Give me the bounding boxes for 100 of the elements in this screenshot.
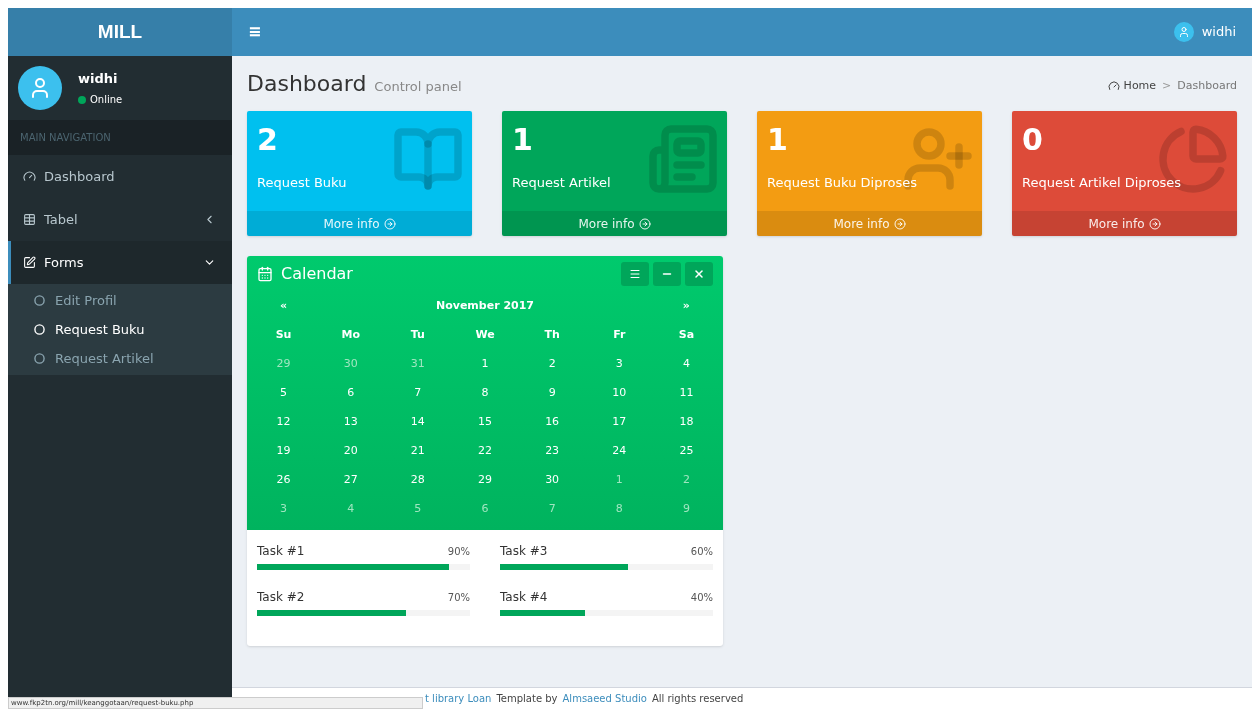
menu-toggle[interactable]: ≡ [248,20,262,44]
minimize-button[interactable] [653,262,681,286]
day-cell[interactable]: 29 [451,466,519,495]
close-button[interactable] [685,262,713,286]
user-name[interactable]: widhi [1201,22,1236,42]
day-cell[interactable]: 1 [585,466,653,495]
more-info-link[interactable]: More info [247,211,472,236]
day-cell[interactable]: 16 [518,408,586,437]
day-cell[interactable]: 20 [317,437,385,466]
day-cell[interactable]: 22 [451,437,519,466]
prev-month-button[interactable]: « [250,292,318,321]
footer-link[interactable]: t library Loan [425,691,492,706]
breadcrumb-separator: > [1162,77,1172,94]
day-cell[interactable]: 4 [317,495,385,524]
month-title[interactable]: November 2017 [317,292,653,321]
brand-logo: MILL [97,19,143,44]
day-cell[interactable]: 29 [250,350,318,379]
day-cell[interactable]: 27 [317,466,385,495]
more-info-link[interactable]: More info [502,211,727,236]
breadcrumb-item[interactable]: Home [1123,77,1157,94]
day-cell[interactable]: 31 [384,350,452,379]
task-percent: 40% [690,591,713,605]
day-cell[interactable]: 11 [652,379,720,408]
user-panel-name: widhi [78,69,119,88]
sidebar-item[interactable]: Tabel [8,198,232,241]
weekday-header: Fr [612,327,627,344]
next-month-button[interactable]: » [652,292,720,321]
day-cell[interactable]: 8 [585,495,653,524]
submenu-item[interactable]: Request Buku [8,315,232,344]
avatar [18,66,62,110]
sidebar-label: Forms [44,253,85,272]
arrow-right-circle-icon [893,217,906,230]
day-cell[interactable]: 21 [384,437,452,466]
page-subtitle: Control panel [374,78,462,96]
day-cell[interactable]: 28 [384,466,452,495]
day-cell[interactable]: 7 [384,379,452,408]
footer-link[interactable]: Almsaeed Studio [562,691,647,706]
day-cell[interactable]: 14 [384,408,452,437]
day-cell[interactable]: 25 [652,437,720,466]
day-cell[interactable]: 9 [518,379,586,408]
submenu-item[interactable]: Request Artikel [8,344,232,373]
day-cell[interactable]: 18 [652,408,720,437]
day-cell[interactable]: 8 [451,379,519,408]
day-cell[interactable]: 10 [585,379,653,408]
task-percent: 90% [447,545,470,559]
footer-text: Template by [496,692,558,706]
close-icon [693,268,705,280]
weekday-header: Sa [677,327,696,344]
dashboard-icon [1107,79,1120,92]
day-cell[interactable]: 7 [518,495,586,524]
task-label: Task #1 [257,543,305,560]
day-cell[interactable]: 2 [652,466,720,495]
more-info-link[interactable]: More info [1012,211,1237,236]
task-percent: 70% [447,591,470,605]
day-cell[interactable]: 5 [384,495,452,524]
day-cell[interactable]: 5 [250,379,318,408]
arrow-right-circle-icon [1148,217,1161,230]
sidebar-item[interactable]: Forms [8,241,232,284]
sidebar-label: Tabel [44,210,79,229]
day-cell[interactable]: 13 [317,408,385,437]
day-cell[interactable]: 6 [317,379,385,408]
stat-label: Request Artikel [512,174,612,192]
circle-icon [34,353,45,364]
day-cell[interactable]: 12 [250,408,318,437]
sidebar-label: Dashboard [44,167,116,186]
day-cell[interactable]: 23 [518,437,586,466]
day-cell[interactable]: 30 [317,350,385,379]
day-cell[interactable]: 6 [451,495,519,524]
day-cell[interactable]: 2 [518,350,586,379]
menu-button[interactable] [621,262,649,286]
more-info-link[interactable]: More info [757,211,982,236]
sidebar-item[interactable]: Dashboard [8,155,232,198]
circle-icon [34,324,45,335]
day-cell[interactable]: 3 [250,495,318,524]
task-label: Task #2 [257,589,305,606]
weekday-header: Su [274,327,293,344]
stat-count: 1 [767,121,789,159]
weekday-header: Mo [340,327,361,344]
submenu-label: Request Buku [55,320,145,339]
arrow-right-circle-icon [383,217,396,230]
day-cell[interactable]: 9 [652,495,720,524]
stat-count: 1 [512,121,534,159]
status-label: Online [90,93,123,108]
day-cell[interactable]: 3 [585,350,653,379]
user-avatar[interactable] [1173,22,1194,42]
day-cell[interactable]: 1 [451,350,519,379]
day-cell[interactable]: 15 [451,408,519,437]
day-cell[interactable]: 24 [585,437,653,466]
task-percent: 60% [690,545,713,559]
submenu-item[interactable]: Edit Profil [8,286,232,315]
day-cell[interactable]: 4 [652,350,720,379]
stat-label: Request Buku Diproses [767,174,919,192]
stat-count: 2 [257,121,279,159]
day-cell[interactable]: 26 [250,466,318,495]
breadcrumb-item: Dashboard [1177,77,1237,94]
task-label: Task #4 [500,589,548,606]
day-cell[interactable]: 19 [250,437,318,466]
card-title: Calendar [281,263,354,285]
day-cell[interactable]: 17 [585,408,653,437]
day-cell[interactable]: 30 [518,466,586,495]
